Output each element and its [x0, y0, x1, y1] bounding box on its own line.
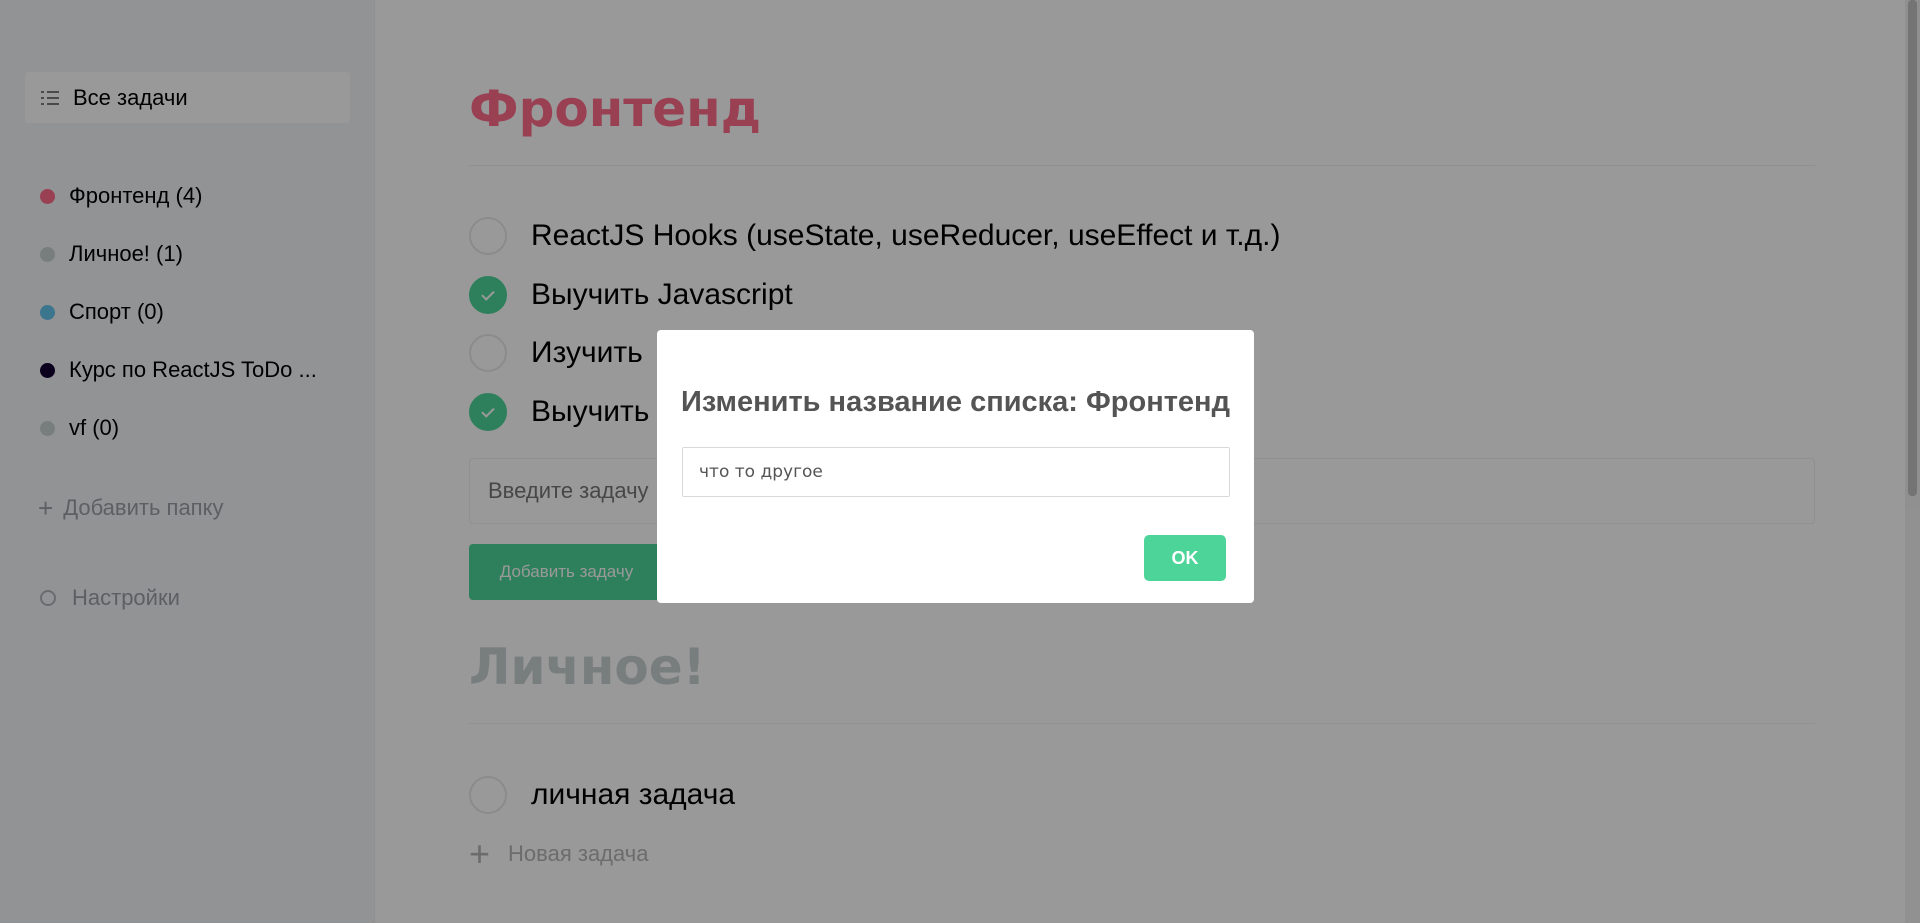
rename-list-modal: Изменить название списка: Фронтенд OK — [657, 330, 1254, 603]
modal-title: Изменить название списка: Фронтенд — [681, 386, 1230, 418]
list-name-input[interactable] — [682, 447, 1230, 497]
ok-button[interactable]: OK — [1144, 535, 1226, 581]
